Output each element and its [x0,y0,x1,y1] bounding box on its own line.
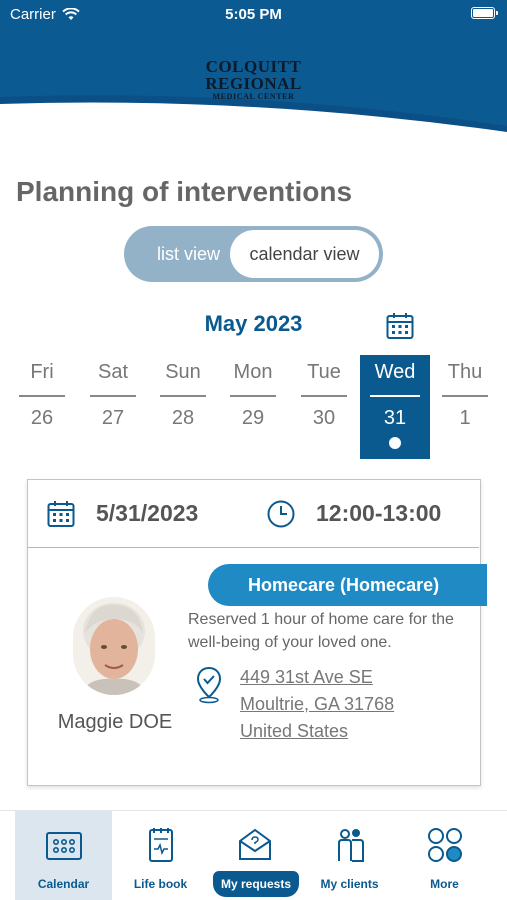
event-indicator-dot [389,437,401,449]
clock-icon [267,500,295,528]
day-cell[interactable]: Mon 29 [218,355,288,459]
day-divider [442,395,488,397]
day-number: 1 [459,407,471,429]
nav-my-requests[interactable]: My requests [206,811,303,900]
envelope-question-icon [239,828,271,860]
day-name: Thu [447,361,483,383]
location-pin-icon [196,666,222,704]
day-cell[interactable]: Sat 27 [78,355,148,459]
appointment-description: Reserved 1 hour of home care for the wel… [188,611,454,651]
day-divider [230,395,276,397]
client-name: Maggie DOE [57,711,173,733]
nav-life-book[interactable]: Life book [112,811,209,900]
day-cell-selected[interactable]: Wed 31 [360,355,430,459]
bottom-nav: Calendar Life book My requests My client… [0,810,507,900]
address-line-2[interactable]: Moultrie, GA 31768 [240,691,394,718]
day-number: 30 [312,407,336,429]
service-badge: Homecare (Homecare) [208,564,487,606]
address-line-1[interactable]: 449 31st Ave SE [240,664,394,691]
day-strip: Fri 26 Sat 27 Sun 28 Mon 29 Tue 30 Wed 3… [0,355,507,460]
calendar-picker-icon[interactable] [385,311,415,341]
four-circles-icon [428,828,462,862]
people-icon [338,829,364,862]
nav-label: Calendar [37,877,90,891]
day-name: Sun [165,361,201,383]
appointment-date: 5/31/2023 [96,500,199,526]
day-name: Wed [374,361,416,383]
day-divider [19,395,65,397]
day-name: Sat [97,361,129,383]
nav-label: More [430,877,459,891]
appointment-address[interactable]: 449 31st Ave SE Moultrie, GA 31768 Unite… [240,664,394,745]
day-divider [160,395,206,397]
day-name: Tue [307,361,341,383]
appointment-card[interactable]: 5/31/2023 12:00-13:00 Homecare (Homecare… [27,479,487,786]
logo-line-1: COLQUITT [205,57,302,76]
logo-line-2: REGIONAL [205,74,302,93]
address-line-3[interactable]: United States [240,718,394,745]
status-time: 5:05 PM [225,6,282,23]
day-number: 27 [101,407,125,429]
notebook-heart-icon [149,828,173,862]
day-number: 29 [241,407,265,429]
battery-icon [471,7,498,19]
day-name: Mon [233,361,273,383]
nav-more[interactable]: More [396,811,493,900]
nav-label: My requests [213,871,299,897]
month-label: May 2023 [204,311,303,336]
calendar-icon [47,501,75,527]
day-cell[interactable]: Sun 28 [148,355,218,459]
nav-label: My clients [320,877,379,891]
day-divider [370,395,420,397]
calendar-grid-icon [46,832,82,860]
day-cell[interactable]: Fri 26 [7,355,77,459]
status-bar: Carrier 5:05 PM [0,0,507,30]
day-cell[interactable]: Thu 1 [430,355,500,459]
nav-my-clients[interactable]: My clients [301,811,398,900]
day-divider [301,395,347,397]
day-number: 28 [171,407,195,429]
client-avatar [73,597,155,695]
hospital-logo: COLQUITT REGIONAL MEDICAL CENTER [0,58,507,101]
app-header: Carrier 5:05 PM COLQUITT REGIONAL MEDICA… [0,0,507,140]
logo-line-3: MEDICAL CENTER [212,92,295,101]
day-name: Fri [30,361,54,383]
list-view-option[interactable]: list view [136,226,241,282]
nav-label: Life book [133,877,188,891]
day-divider [90,395,136,397]
view-toggle: list view calendar view [124,226,383,282]
day-cell[interactable]: Tue 30 [289,355,359,459]
page-title: Planning of interventions [16,176,353,207]
day-number: 26 [30,407,54,429]
calendar-view-option[interactable]: calendar view [230,230,379,278]
appointment-time: 12:00-13:00 [316,500,442,526]
nav-calendar[interactable]: Calendar [15,811,112,900]
day-number: 31 [383,407,407,429]
appointment-card-header: 5/31/2023 12:00-13:00 [28,480,479,548]
